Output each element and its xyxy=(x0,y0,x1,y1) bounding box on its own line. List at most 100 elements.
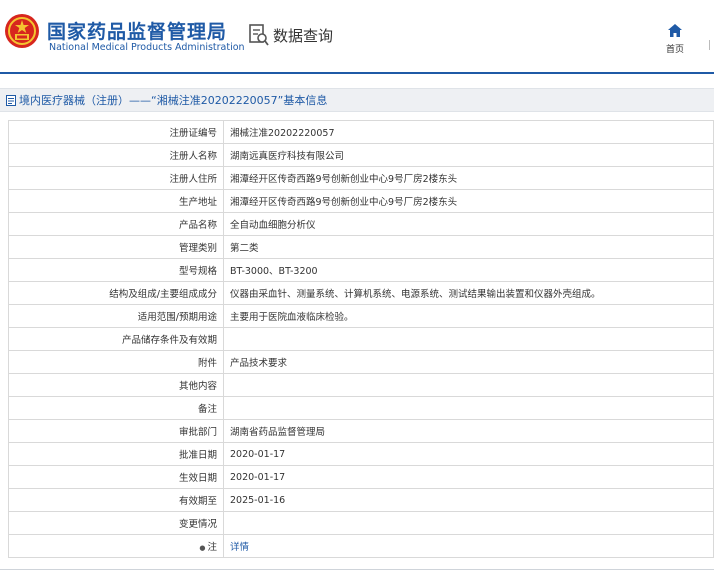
table-row: 型号规格 BT-3000、BT-3200 xyxy=(8,258,714,282)
field-value: 2020-01-17 xyxy=(223,442,714,466)
field-label-text: 结构及组成/主要组成成分 xyxy=(109,289,217,300)
field-label-text: 批准日期 xyxy=(178,450,217,461)
field-value-text: 湘潭经开区传奇西路9号创新创业中心9号厂房2楼东头 xyxy=(230,174,458,185)
field-value: 湖南远真医疗科技有限公司 xyxy=(223,143,714,167)
field-label: 其他内容 xyxy=(8,373,224,397)
field-label: 产品储存条件及有效期 xyxy=(8,327,224,351)
field-label-text: 注册证编号 xyxy=(169,128,217,139)
field-value: 湘械注准20202220057 xyxy=(223,120,714,144)
data-query-label: 数据查询 xyxy=(273,26,334,45)
table-row: ● 注详情 xyxy=(8,534,714,558)
table-row: 审批部门 湖南省药品监督管理局 xyxy=(8,419,714,443)
field-label: 变更情况 xyxy=(8,511,224,535)
field-label: 有效期至 xyxy=(8,488,224,512)
national-emblem-icon xyxy=(5,14,39,48)
field-value: 第二类 xyxy=(223,235,714,259)
field-label-text: 注 xyxy=(207,542,217,553)
detail-link[interactable]: 详情 xyxy=(230,542,249,553)
field-value: 湖南省药品监督管理局 xyxy=(223,419,714,443)
field-value: 仪器由采血针、测量系统、计算机系统、电源系统、测试结果输出装置和仪器外壳组成。 xyxy=(223,281,714,305)
home-label: 首页 xyxy=(665,45,684,55)
field-value: 产品技术要求 xyxy=(223,350,714,374)
page-title-bar: 境内医疗器械（注册）——“湘械注准20202220057”基本信息 xyxy=(0,88,714,112)
field-label: 结构及组成/主要组成成分 xyxy=(8,281,224,305)
table-row: 备注 xyxy=(8,396,714,420)
field-label-text: 型号规格 xyxy=(178,266,217,277)
field-label-text: 审批部门 xyxy=(178,427,217,438)
field-label-text: 管理类别 xyxy=(178,243,217,254)
table-row: 批准日期 2020-01-17 xyxy=(8,442,714,466)
field-label-text: 备注 xyxy=(197,404,217,415)
field-label: 附件 xyxy=(8,350,224,374)
field-value xyxy=(223,327,714,351)
field-value: BT-3000、BT-3200 xyxy=(223,258,714,282)
table-row: 变更情况 xyxy=(8,511,714,535)
field-value-text: 湖南省药品监督管理局 xyxy=(230,427,326,438)
data-query-icon xyxy=(249,24,269,46)
table-row: 产品名称 全自动血细胞分析仪 xyxy=(8,212,714,236)
home-link[interactable]: 首页 xyxy=(660,22,690,55)
field-label-text: 其他内容 xyxy=(178,381,217,392)
field-label-text: 有效期至 xyxy=(178,496,217,507)
field-label: 注册人名称 xyxy=(8,143,224,167)
table-row: 生产地址 湘潭经开区传奇西路9号创新创业中心9号厂房2楼东头 xyxy=(8,189,714,213)
table-row: 注册证编号 湘械注准20202220057 xyxy=(8,120,714,144)
field-label: 注册证编号 xyxy=(8,120,224,144)
bottom-divider xyxy=(0,569,714,570)
field-value xyxy=(223,396,714,420)
field-value: 全自动血细胞分析仪 xyxy=(223,212,714,236)
site-header: 国家药品监督管理局 National Medical Products Admi… xyxy=(0,0,714,74)
field-value: 详情 xyxy=(223,534,714,558)
table-row: 有效期至 2025-01-16 xyxy=(8,488,714,512)
field-label: 管理类别 xyxy=(8,235,224,259)
field-value-text: BT-3000、BT-3200 xyxy=(230,266,318,277)
site-subtitle: National Medical Products Administration xyxy=(49,42,245,53)
table-row: 产品储存条件及有效期 xyxy=(8,327,714,351)
field-label-text: 产品名称 xyxy=(178,220,217,231)
table-row: 其他内容 xyxy=(8,373,714,397)
info-table: 注册证编号 湘械注准20202220057 注册人名称 湖南远真医疗科技有限公司 注册人… xyxy=(8,120,714,558)
table-row: 注册人名称 湖南远真医疗科技有限公司 xyxy=(8,143,714,167)
page-title: 境内医疗器械（注册）——“湘械注准20202220057”基本信息 xyxy=(19,94,328,107)
table-row: 生效日期 2020-01-17 xyxy=(8,465,714,489)
field-label: 生效日期 xyxy=(8,465,224,489)
field-label: 产品名称 xyxy=(8,212,224,236)
home-icon xyxy=(668,24,682,37)
field-value-text: 湘潭经开区传奇西路9号创新创业中心9号厂房2楼东头 xyxy=(230,197,458,208)
field-value xyxy=(223,511,714,535)
field-value-text: 主要用于医院血液临床检验。 xyxy=(230,312,354,323)
table-row: 附件 产品技术要求 xyxy=(8,350,714,374)
field-value-text: 第二类 xyxy=(230,243,259,254)
edge-divider xyxy=(709,40,714,50)
site-title: 国家药品监督管理局 xyxy=(47,21,228,43)
field-value-text: 产品技术要求 xyxy=(230,358,288,369)
table-row: 注册人住所 湘潭经开区传奇西路9号创新创业中心9号厂房2楼东头 xyxy=(8,166,714,190)
field-value: 湘潭经开区传奇西路9号创新创业中心9号厂房2楼东头 xyxy=(223,189,714,213)
field-value-text: 2025-01-16 xyxy=(230,494,286,506)
field-label: 生产地址 xyxy=(8,189,224,213)
table-row: 管理类别 第二类 xyxy=(8,235,714,259)
field-label-text: 生产地址 xyxy=(178,197,217,208)
field-label-text: 附件 xyxy=(197,358,217,369)
field-value-text: 全自动血细胞分析仪 xyxy=(230,220,316,231)
field-label: 注册人住所 xyxy=(8,166,224,190)
field-value: 2025-01-16 xyxy=(223,488,714,512)
table-row: 结构及组成/主要组成成分 仪器由采血针、测量系统、计算机系统、电源系统、测试结果输… xyxy=(8,281,714,305)
field-label-text: 产品储存条件及有效期 xyxy=(121,335,217,346)
field-label: 批准日期 xyxy=(8,442,224,466)
field-value-text: 仪器由采血针、测量系统、计算机系统、电源系统、测试结果输出装置和仪器外壳组成。 xyxy=(230,289,601,300)
field-value: 湘潭经开区传奇西路9号创新创业中心9号厂房2楼东头 xyxy=(223,166,714,190)
data-query-link[interactable]: 数据查询 xyxy=(249,24,333,46)
field-label: 型号规格 xyxy=(8,258,224,282)
field-label: ● 注 xyxy=(8,534,224,558)
field-value-text: 2020-01-17 xyxy=(230,471,286,483)
field-label-text: 适用范围/预期用途 xyxy=(137,312,217,323)
field-value xyxy=(223,373,714,397)
field-value: 2020-01-17 xyxy=(223,465,714,489)
field-label: 适用范围/预期用途 xyxy=(8,304,224,328)
table-row: 适用范围/预期用途 主要用于医院血液临床检验。 xyxy=(8,304,714,328)
document-icon xyxy=(6,94,16,106)
field-value-text: 湖南远真医疗科技有限公司 xyxy=(230,151,345,162)
field-label-text: 变更情况 xyxy=(178,519,217,530)
field-value-text: 2020-01-17 xyxy=(230,448,286,460)
